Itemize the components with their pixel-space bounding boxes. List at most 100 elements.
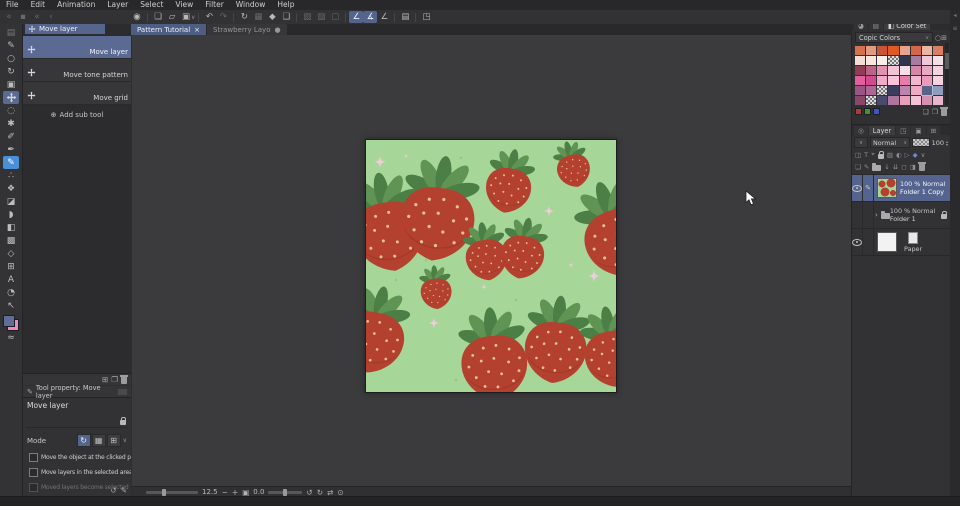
visibility-cell[interactable] — [852, 202, 863, 228]
foreground-color-chip[interactable] — [3, 315, 15, 327]
menu-item-edit[interactable]: Edit — [25, 0, 52, 10]
zoom-slider[interactable] — [146, 488, 198, 496]
menu-item-select[interactable]: Select — [134, 0, 169, 10]
delete-layer-icon[interactable] — [917, 162, 926, 171]
gradient-tool[interactable]: ▩ — [3, 234, 19, 247]
decoration-tool[interactable]: ❖ — [3, 182, 19, 195]
color-swatch-42[interactable] — [877, 96, 888, 105]
color-history-chip-0[interactable] — [855, 108, 862, 115]
airbrush-tool[interactable]: ∴ — [3, 169, 19, 182]
add-sub-tool-button[interactable]: ⊕ Add sub tool — [23, 105, 131, 125]
menu-item-animation[interactable]: Animation — [51, 0, 101, 10]
color-swatch-31[interactable] — [932, 76, 943, 85]
color-swatch-39[interactable] — [932, 86, 943, 95]
layer-color-icon[interactable]: ◆ — [913, 151, 918, 159]
color-set-dropdown[interactable]: Copic Colors ∨ — [855, 32, 934, 43]
apply-mask-icon[interactable]: ◨ — [910, 163, 916, 171]
color-swatch-47[interactable] — [932, 96, 943, 105]
selection-tool[interactable]: ◌ — [3, 104, 19, 117]
mode-move-tone-button[interactable]: ▦ — [91, 434, 106, 447]
selection-clear-icon[interactable]: ▢ — [328, 11, 342, 23]
opacity-slider[interactable] — [912, 138, 930, 147]
layer-text-icon[interactable]: T — [864, 151, 868, 159]
menu-item-window[interactable]: Window — [230, 0, 272, 10]
dock-collapse-left-icon[interactable]: « — [2, 11, 16, 23]
layer-clip-icon[interactable]: ⌖ — [871, 150, 875, 159]
enable-mask-icon[interactable]: ◐ — [896, 151, 902, 159]
undo-icon[interactable]: ↶ — [202, 11, 216, 23]
rotate-canvas-tool[interactable]: ↻ — [3, 65, 19, 78]
dock-handle-icon[interactable]: ‹ — [44, 11, 58, 23]
reset-defaults-icon[interactable]: ↺ — [110, 486, 116, 495]
selection-add-icon[interactable]: ▨ — [314, 11, 328, 23]
blend-mode-dropdown[interactable]: Normal ∨ — [870, 137, 910, 148]
color-swatch-14[interactable] — [921, 56, 932, 65]
layer-comp-tab-icon[interactable]: ▣ — [911, 126, 926, 135]
color-swatch-6[interactable] — [921, 46, 932, 55]
canvas-tab-0[interactable]: Pattern Tutorial × — [131, 24, 207, 35]
menu-item-filter[interactable]: Filter — [199, 0, 230, 10]
tool-property-header[interactable]: ✎ Tool property: Move layer — [23, 384, 131, 400]
line-correction-tool[interactable]: ↖ — [3, 299, 19, 312]
layer-add-tab-icon[interactable]: ⊞ — [926, 126, 941, 135]
open-file-icon[interactable]: ▱ — [165, 11, 179, 23]
figure-tool[interactable]: ◇ — [3, 247, 19, 260]
color-swatch-17[interactable] — [866, 66, 877, 75]
color-history-chip-2[interactable] — [873, 108, 880, 115]
color-swatch-21[interactable] — [910, 66, 921, 75]
pencil-tool[interactable]: ✎ — [3, 156, 19, 169]
tab-layer[interactable]: Layer — [868, 126, 896, 135]
color-history-chip-1[interactable] — [864, 108, 871, 115]
import-color-icon[interactable]: ❏ — [922, 108, 928, 116]
checkbox[interactable] — [29, 453, 38, 462]
color-swatch-30[interactable] — [921, 76, 932, 85]
move-layer-tool[interactable] — [3, 91, 19, 104]
close-icon[interactable]: × — [194, 26, 200, 34]
color-swatch-38[interactable] — [920, 85, 933, 96]
balloon-tool[interactable]: ◔ — [3, 286, 19, 299]
tool-property-mini-tab[interactable] — [117, 388, 127, 395]
swatch-scrollbar[interactable] — [945, 43, 949, 105]
checkbox[interactable] — [29, 468, 38, 477]
material-panel-icon[interactable]: ▤ — [398, 11, 412, 23]
material-wave-icon[interactable]: ≈ — [3, 331, 19, 344]
layer-thumbnail-icon[interactable]: ◫ — [855, 151, 861, 159]
clear-icon[interactable]: ↻ — [237, 11, 251, 23]
color-swatch-36[interactable] — [899, 86, 910, 95]
set-as-reference-icon[interactable]: ▷ — [905, 151, 910, 159]
crop-icon[interactable]: ❑ — [279, 11, 293, 23]
visibility-cell[interactable] — [852, 229, 863, 255]
eraser-tool[interactable]: ◪ — [3, 195, 19, 208]
layer-lock-icon[interactable] — [877, 150, 884, 159]
layer-color-caret[interactable]: ∨ — [921, 151, 926, 159]
color-swatch-8[interactable] — [855, 56, 866, 65]
opacity-stepper[interactable]: ▴ ▾ — [946, 139, 948, 146]
blend-tool[interactable]: ◗ — [3, 208, 19, 221]
sub-tool-group-tab[interactable]: Move layer — [25, 24, 105, 34]
color-swatch-2[interactable] — [877, 46, 888, 55]
menu-item-layer[interactable]: Layer — [101, 0, 134, 10]
app-logo-icon[interactable]: ◉ — [130, 11, 144, 23]
rotate-view-icon[interactable]: ◳ — [419, 11, 433, 23]
color-swatch-15[interactable] — [932, 56, 943, 65]
layer-search-tab-icon[interactable]: ◳ — [896, 126, 911, 135]
color-swatch-10[interactable] — [877, 56, 888, 65]
color-swatch-40[interactable] — [855, 96, 866, 105]
operation-tool[interactable]: ▣ — [3, 78, 19, 91]
layer-row-0[interactable]: ✎ 100 % Normal Folder 1 Copy — [852, 175, 950, 202]
color-chips[interactable] — [3, 315, 19, 331]
layer-row-1[interactable]: › 100 % Normal Folder 1 — [852, 202, 950, 229]
new-folder-icon[interactable] — [872, 162, 882, 171]
color-swatch-28[interactable] — [899, 76, 910, 85]
pen-tool[interactable]: ✒ — [3, 143, 19, 156]
color-swatch-11[interactable] — [888, 56, 899, 65]
dock-collapse-left2-icon[interactable]: « — [30, 11, 44, 23]
tool-dock-toggle-icon[interactable]: ▤ — [3, 26, 19, 39]
strip-handle-icon[interactable]: ≡ — [952, 25, 957, 32]
sub-tool-item-1[interactable]: Move tone pattern — [23, 59, 131, 82]
menu-item-view[interactable]: View — [169, 0, 199, 10]
sub-tool-item-0[interactable]: Move layer — [23, 36, 131, 59]
edit-cell[interactable] — [863, 229, 874, 255]
lock-icon[interactable] — [120, 417, 126, 425]
color-swatch-12[interactable] — [899, 56, 910, 65]
